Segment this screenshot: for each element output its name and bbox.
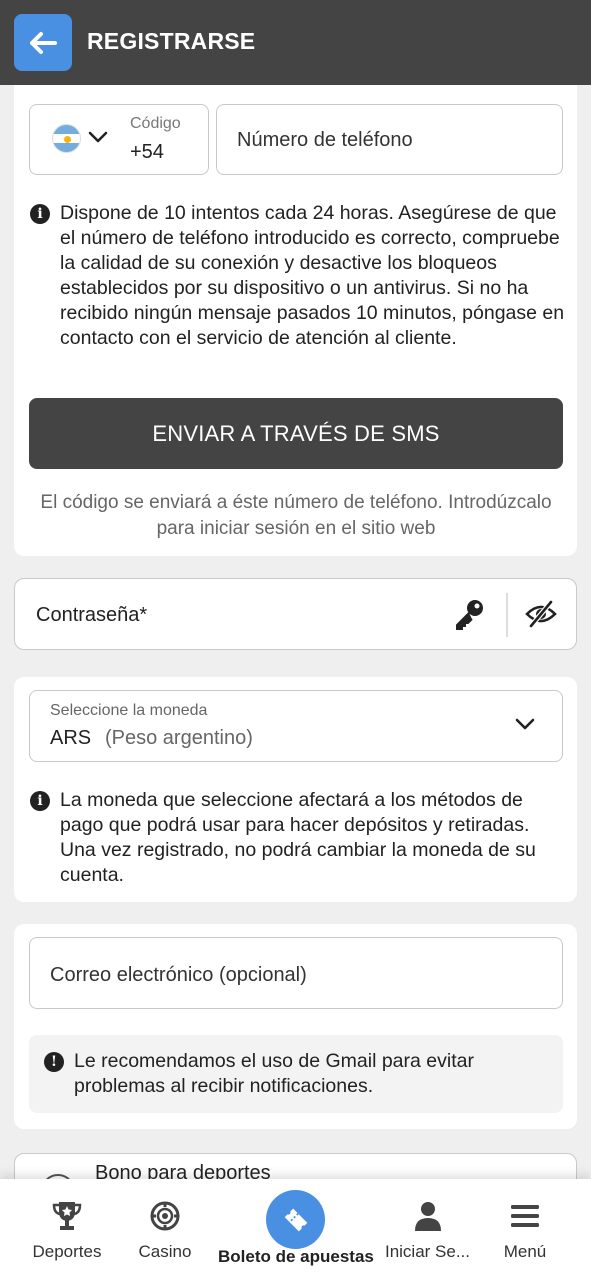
chevron-down-icon xyxy=(88,131,108,143)
currency-card: Seleccione la moneda ARS (Peso argentino… xyxy=(14,677,577,902)
nav-betslip[interactable]: Boleto de apuestas xyxy=(218,1179,374,1280)
nav-label: Casino xyxy=(138,1242,192,1261)
email-card: Correo electrónico (opcional) ! Le recom… xyxy=(14,924,577,1129)
phone-number-placeholder: Número de teléfono xyxy=(237,129,413,151)
nav-login[interactable]: Iniciar Se... xyxy=(380,1179,475,1280)
page-title: REGISTRARSE xyxy=(87,28,256,54)
back-button[interactable] xyxy=(14,14,72,71)
sms-info-notice: i Dispone de 10 intentos cada 24 horas. … xyxy=(30,201,565,351)
bottom-navigation: Deportes Casino Boleto de apuestas Inici… xyxy=(0,1179,591,1280)
exclamation-icon: ! xyxy=(44,1052,64,1072)
casino-chip-icon xyxy=(150,1201,180,1231)
sms-note: El código se enviará a éste número de te… xyxy=(40,492,552,539)
phone-number-input[interactable]: Número de teléfono xyxy=(216,104,563,175)
betslip-button[interactable] xyxy=(266,1190,325,1249)
currency-name: (Peso argentino) xyxy=(105,727,253,749)
arrow-left-icon xyxy=(30,31,57,54)
nav-label: Deportes xyxy=(32,1242,102,1261)
nav-label: Menú xyxy=(503,1242,547,1261)
currency-select[interactable]: Seleccione la moneda ARS (Peso argentino… xyxy=(29,690,563,762)
country-code-value: +54 xyxy=(130,141,164,163)
currency-info-text: La moneda que seleccione afectará a los … xyxy=(60,789,536,886)
nav-deportes[interactable]: Deportes xyxy=(22,1179,112,1280)
divider xyxy=(506,593,508,637)
currency-code: ARS xyxy=(50,727,92,749)
key-icon[interactable] xyxy=(452,597,488,633)
nav-casino[interactable]: Casino xyxy=(125,1179,205,1280)
info-icon: i xyxy=(30,204,50,224)
gmail-notice-row: ! Le recomendamos el uso de Gmail para e… xyxy=(44,1049,554,1099)
currency-label: Seleccione la moneda xyxy=(50,702,208,719)
country-code-label: Código xyxy=(130,115,181,132)
top-bar: REGISTRARSE xyxy=(0,0,591,85)
info-icon: i xyxy=(30,791,50,811)
phone-card: Código +54 Número de teléfono i Dispone … xyxy=(14,85,577,556)
email-input[interactable]: Correo electrónico (opcional) xyxy=(29,937,563,1009)
password-label: Contraseña* xyxy=(36,604,148,626)
menu-icon xyxy=(511,1205,539,1227)
currency-info-notice: i La moneda que seleccione afectará a lo… xyxy=(30,788,565,888)
argentina-flag-icon xyxy=(52,124,81,153)
nav-label: Boleto de apuestas xyxy=(218,1247,374,1266)
sms-info-text: Dispone de 10 intentos cada 24 horas. As… xyxy=(60,202,565,349)
email-placeholder: Correo electrónico (opcional) xyxy=(50,964,307,986)
chevron-down-icon xyxy=(515,718,535,730)
password-field[interactable]: Contraseña* xyxy=(14,578,577,650)
eye-slash-icon[interactable] xyxy=(525,599,557,629)
send-sms-button[interactable]: ENVIAR A TRAVÉS DE SMS xyxy=(29,398,563,469)
nav-menu[interactable]: Menú xyxy=(490,1179,560,1280)
nav-label: Iniciar Se... xyxy=(384,1242,471,1261)
ticket-icon xyxy=(284,1208,307,1231)
trophy-icon xyxy=(52,1202,82,1230)
gmail-notice-text: Le recomendamos el uso de Gmail para evi… xyxy=(74,1050,474,1097)
gmail-notice: ! Le recomendamos el uso de Gmail para e… xyxy=(29,1035,563,1113)
country-code-select[interactable]: Código +54 xyxy=(29,104,209,175)
user-icon xyxy=(414,1202,441,1231)
